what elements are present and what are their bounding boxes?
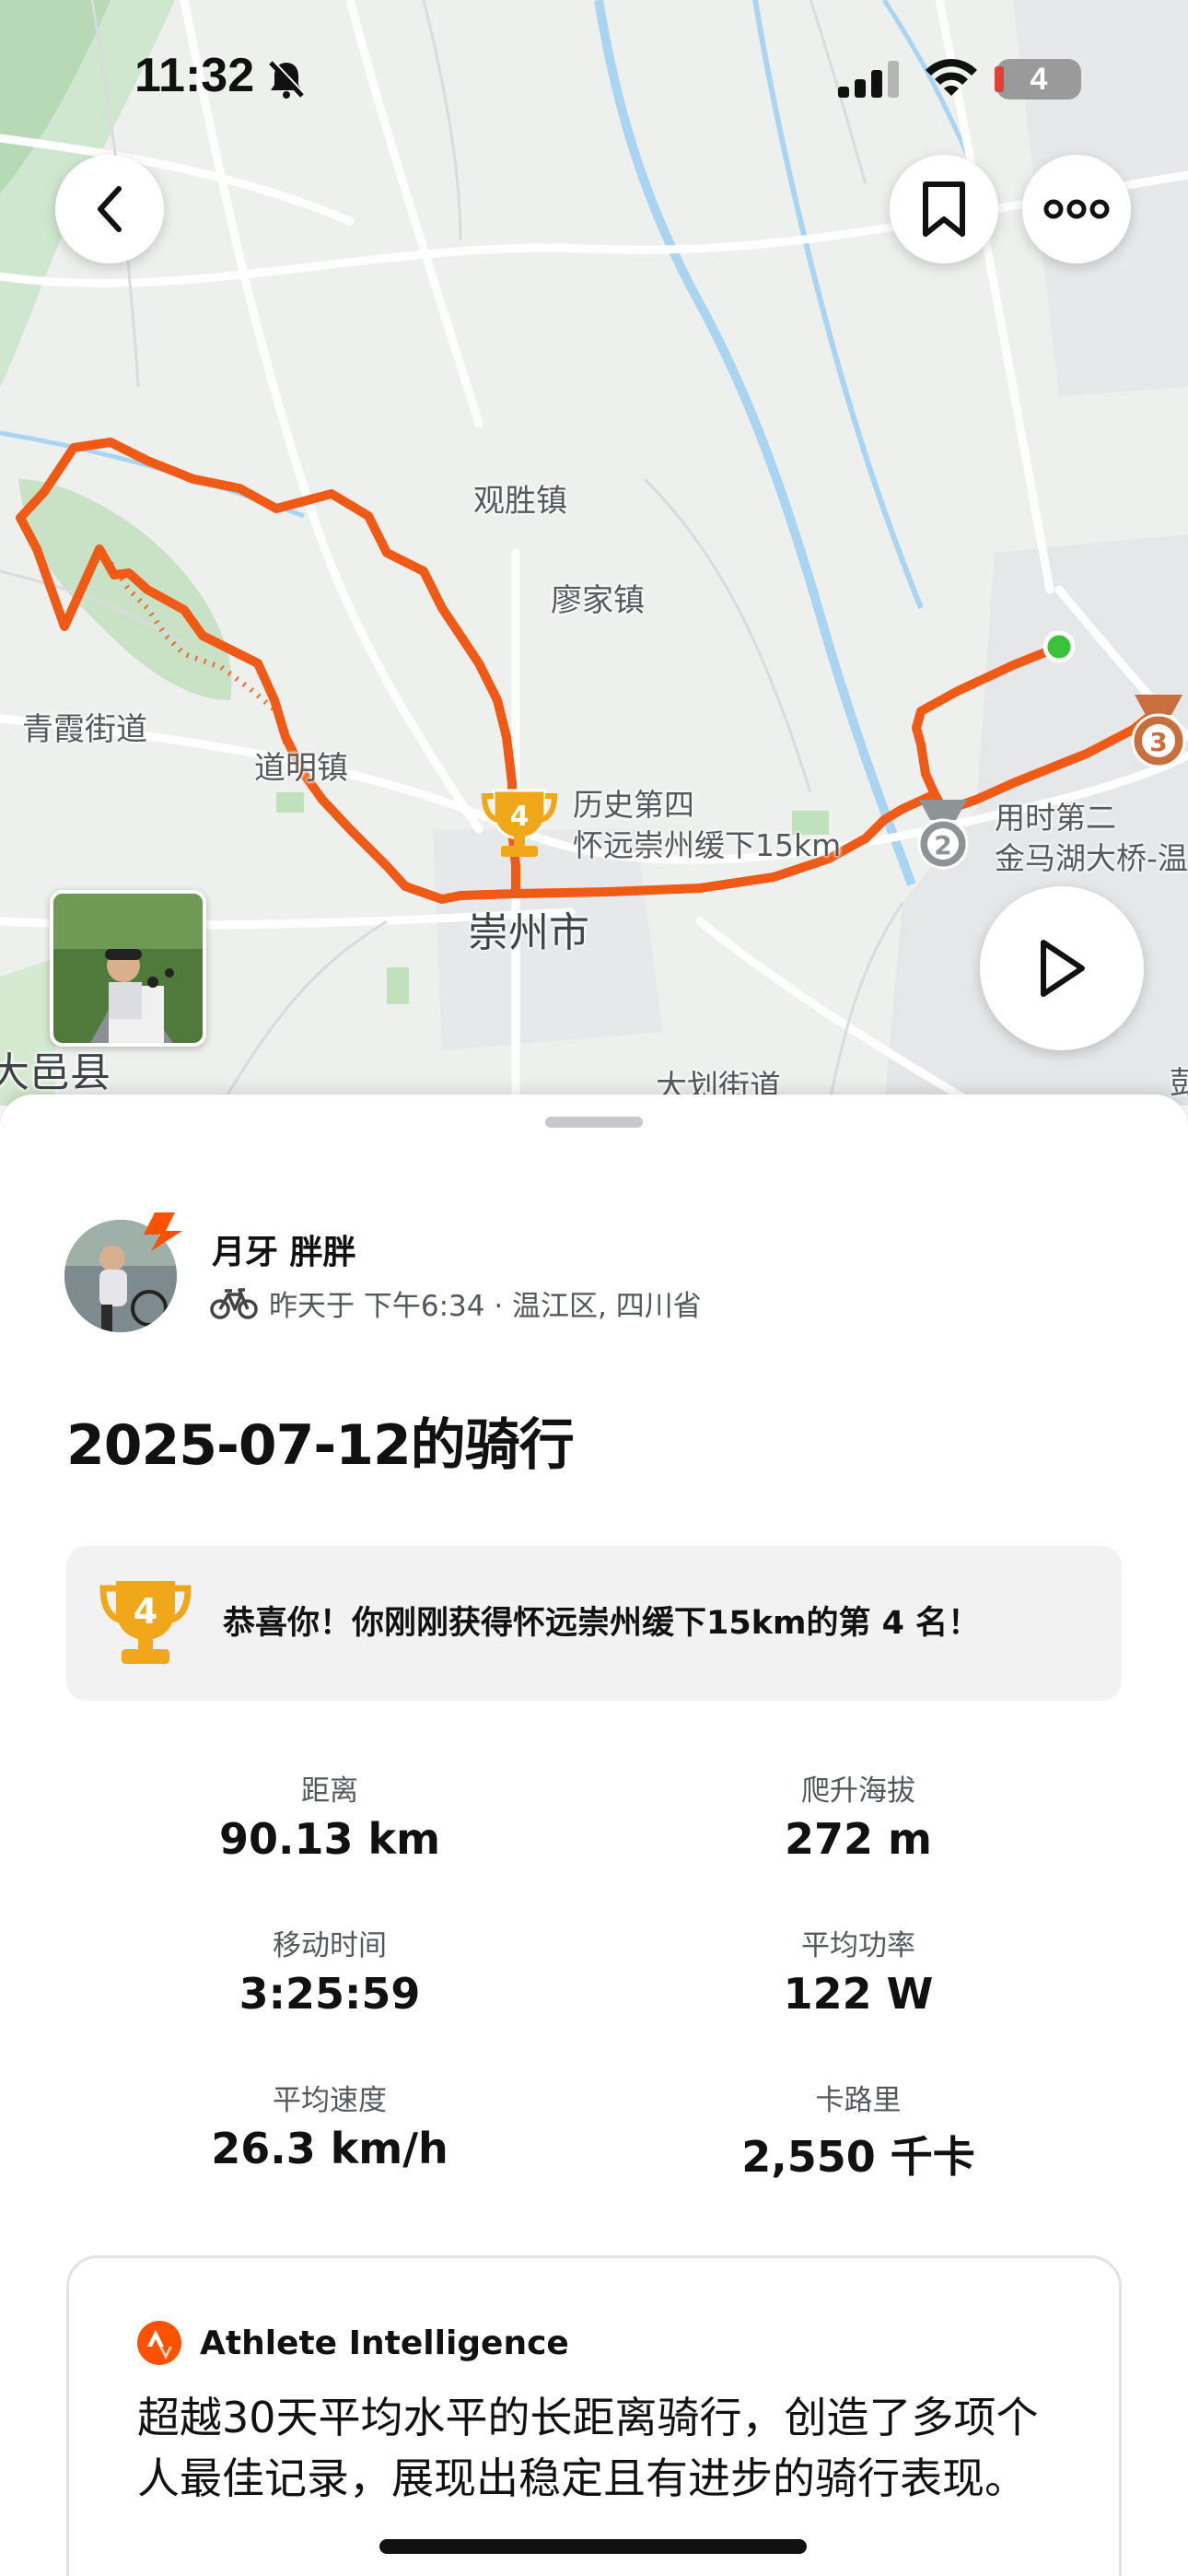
stat-value: 2,550 千卡 [741,2132,975,2182]
stat-moving-time: 移动时间 3:25:59 [99,1922,560,2019]
activity-photo [53,894,203,1043]
achievement-card[interactable]: 4 恭喜你！你刚刚获得怀远崇州缓下15km的第 4 名！ [66,1546,1122,1701]
more-options-button[interactable] [1022,155,1131,263]
bookmark-button[interactable] [890,155,998,263]
stat-label: 爬升海拔 [801,1774,915,1808]
map-label-daoming: 道明镇 [254,750,348,787]
svg-text:4: 4 [510,801,530,833]
more-icon [1043,199,1110,219]
stat-avg-speed: 平均速度 26.3 km/h [99,2077,560,2173]
segment-label-4-line2: 怀远崇州缓下15km [573,827,842,863]
stat-distance: 距离 90.13 km [99,1767,560,1864]
stat-label: 卡路里 [815,2084,902,2117]
athlete-name[interactable]: 月牙 胖胖 [212,1225,356,1273]
status-time: 11:32 [134,49,255,102]
segment-label-2-line2: 金马湖大桥-温 [995,840,1188,876]
cellular-signal-icon [838,61,899,98]
bike-icon [210,1287,258,1319]
activity-photo-thumbnail[interactable] [50,890,206,1047]
sheet-grabber[interactable] [545,1117,643,1128]
map-label-liaojia: 廖家镇 [551,582,645,619]
trophy-icon: 4 [99,1581,192,1664]
segment-marker-4[interactable]: 4 [481,785,558,862]
segment-label-2-line1: 用时第二 [995,800,1116,836]
play-icon [1041,940,1085,997]
stat-label: 平均功率 [801,1929,915,1962]
stat-calories: 卡路里 2,550 千卡 [628,2077,1089,2184]
ai-summary: 超越30天平均水平的长距离骑行，创造了多项个人最佳记录，展现出稳定且有进步的骑行… [137,2393,1039,2503]
stat-label: 平均速度 [273,2084,387,2117]
stat-avg-power: 平均功率 122 W [628,1922,1089,2019]
stat-label: 距离 [301,1774,358,1808]
back-button[interactable] [55,155,164,263]
bookmark-icon [923,181,965,237]
svg-text:2: 2 [934,830,951,861]
achievement-text: 恭喜你！你刚刚获得怀远崇州缓下15km的第 4 名！ [223,1605,981,1642]
stat-value: 272 m [785,1814,932,1864]
activity-detail-sheet[interactable]: 月牙 胖胖 昨天于 下午6:34 · 温江区, 四川省 2025-07-12的骑… [0,1095,1188,2576]
map-label-dayi: 大邑县 [0,1049,111,1096]
svg-text:3: 3 [1149,727,1167,757]
stat-label: 移动时间 [273,1929,387,1962]
stat-value: 26.3 km/h [211,2124,448,2173]
strava-logo-icon [137,2321,181,2365]
athlete-intelligence-card[interactable]: Athlete Intelligence 超越30天平均水平的长距离骑行，创造了… [66,2255,1122,2576]
map-label-guansheng: 观胜镇 [473,483,567,520]
map-label-chongzhou: 崇州市 [468,909,589,956]
activity-title: 2025-07-12的骑行 [66,1413,575,1478]
route-map[interactable]: 4 2 3 观胜镇 廖家镇 青霞街道 道明镇 崇州市 大邑县 大划街道 彭 历史… [0,0,1188,1106]
trophy-rank: 4 [134,1591,157,1632]
wifi-icon [926,59,977,96]
route-start-dot [1042,630,1076,663]
ai-title: Athlete Intelligence [200,2324,569,2362]
status-bar: 11:32 4 [0,0,1188,157]
activity-meta-text: 昨天于 下午6:34 · 温江区, 四川省 [269,1290,702,1323]
subscriber-badge-icon [144,1212,182,1251]
ai-header: Athlete Intelligence [137,2321,569,2365]
map-label-qingxia: 青霞街道 [22,711,147,748]
map-label-edge: 彭 [1170,1065,1188,1102]
stat-elevation: 爬升海拔 272 m [628,1767,1089,1864]
activity-meta: 昨天于 下午6:34 · 温江区, 四川省 [210,1282,702,1324]
play-flyby-button[interactable] [980,886,1144,1050]
stat-value: 3:25:59 [239,1969,421,2019]
segment-marker-2[interactable]: 2 [910,798,976,872]
chevron-left-icon [98,186,122,232]
stat-value: 122 W [783,1969,934,2019]
stat-value: 90.13 km [218,1814,441,1864]
segment-label-4-line1: 历史第四 [573,787,694,823]
battery-indicator: 4 [995,59,1081,100]
home-indicator[interactable] [379,2539,807,2554]
bell-slash-icon [269,60,306,99]
segment-marker-3[interactable]: 3 [1125,693,1188,770]
